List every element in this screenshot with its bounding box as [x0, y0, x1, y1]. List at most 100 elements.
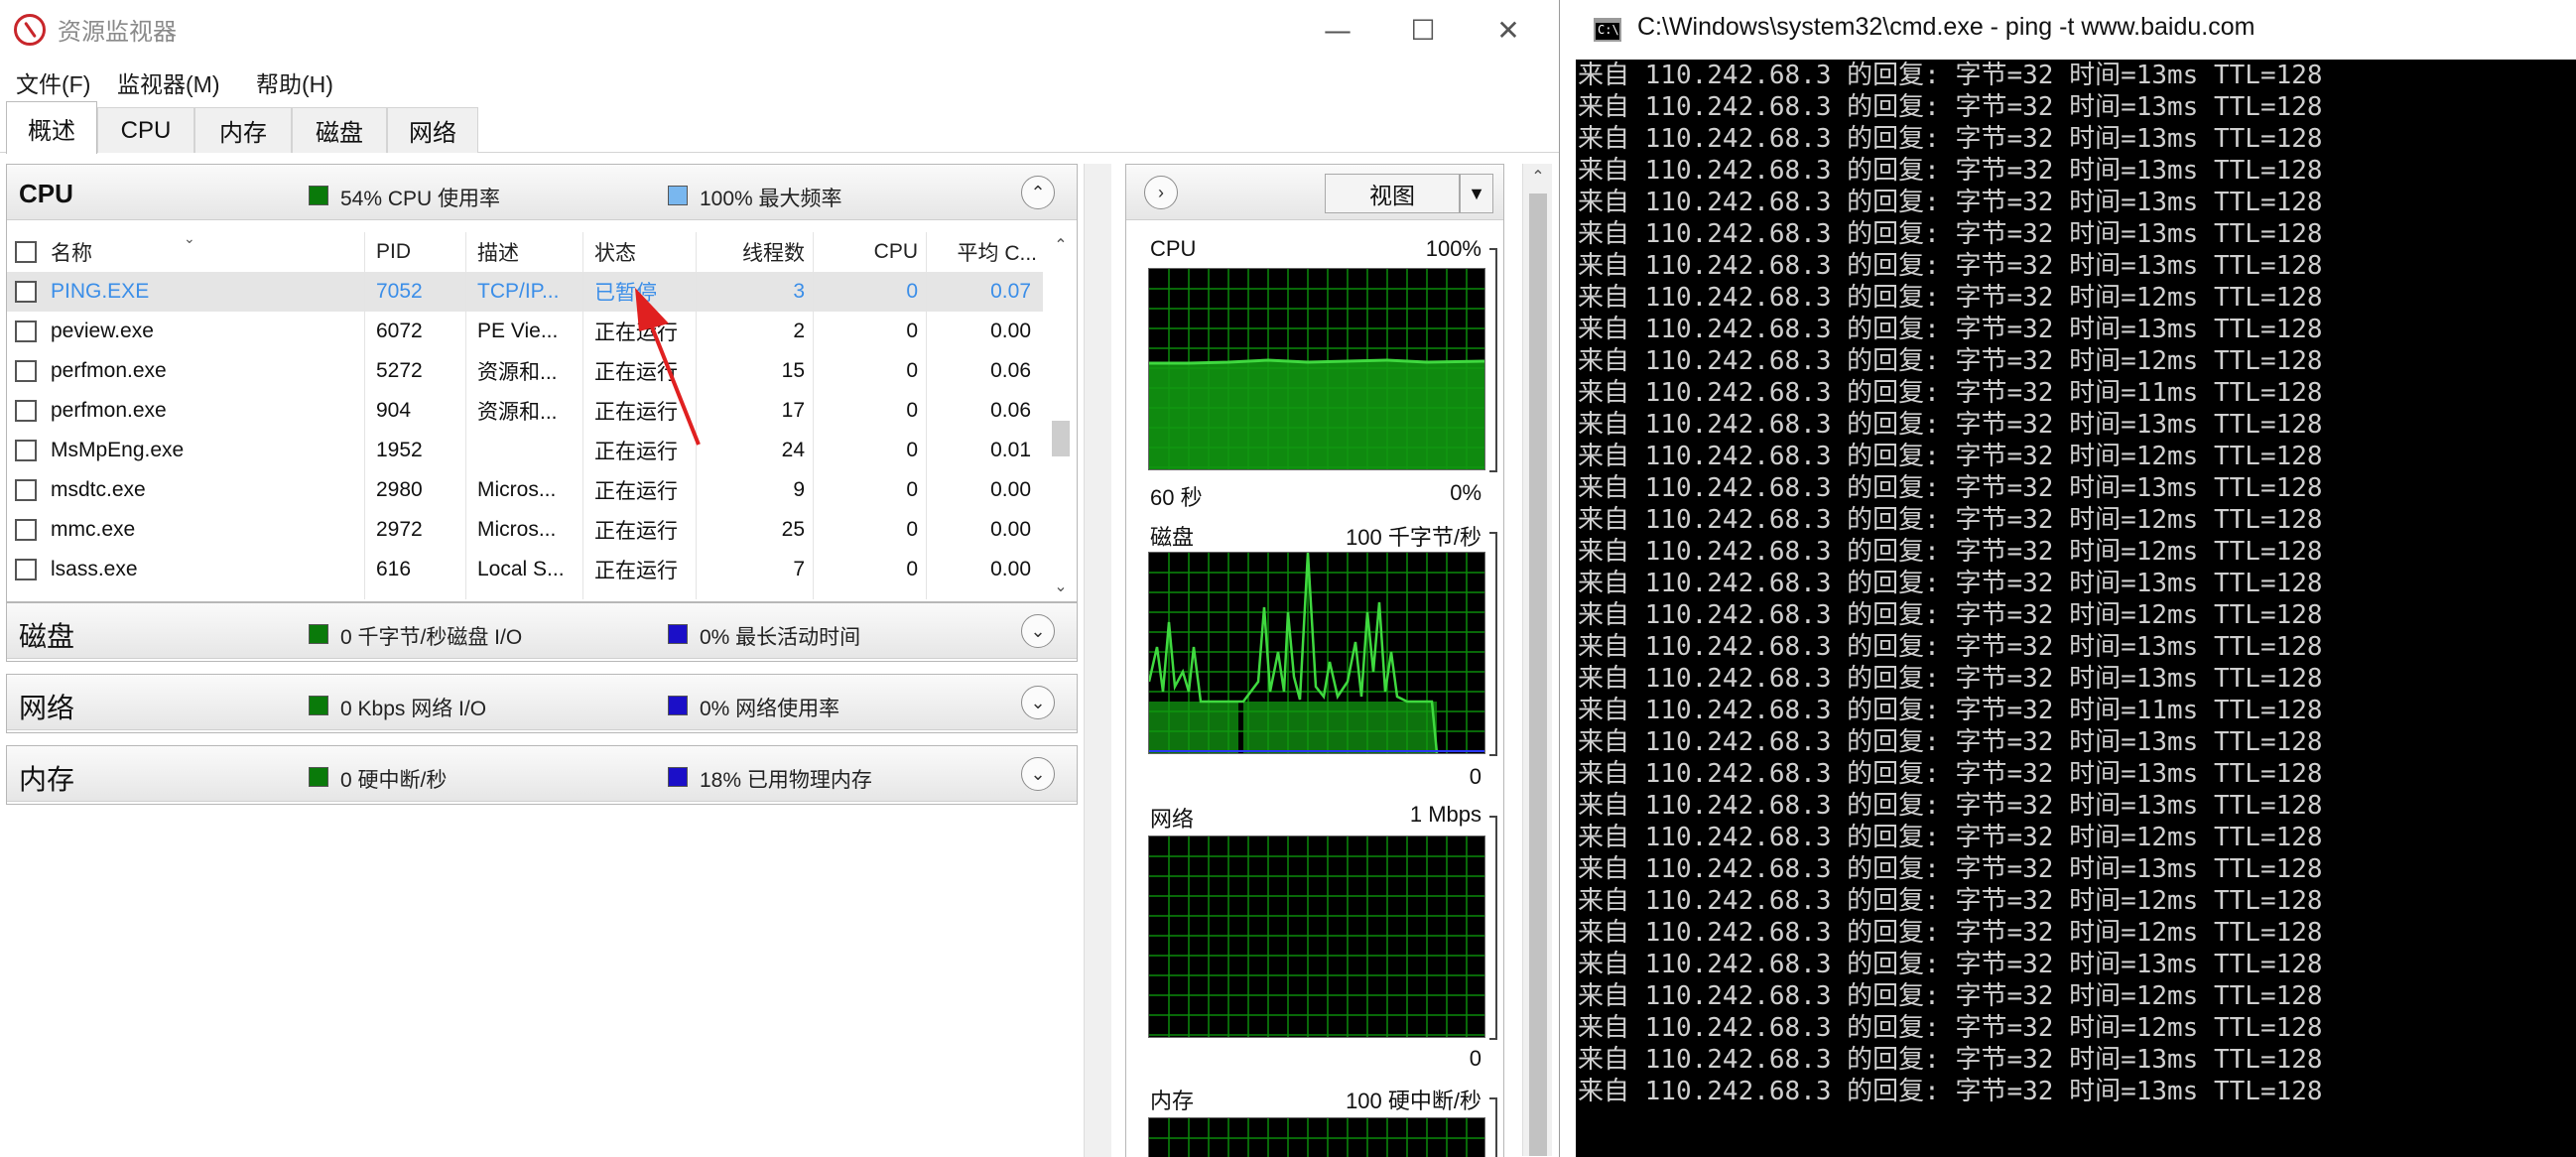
view-button[interactable]: 视图	[1325, 174, 1460, 213]
console-line: 来自 110.242.68.3 的回复: 字节=32 时间=13ms TTL=1…	[1578, 727, 2323, 757]
network-section-header[interactable]: 网络 0 Kbps 网络 I/O 0% 网络使用率 ⌄	[7, 675, 1077, 730]
menu-help[interactable]: 帮助(H)	[256, 65, 333, 99]
console-line: 来自 110.242.68.3 的回复: 字节=32 时间=12ms TTL=1…	[1578, 505, 2323, 535]
process-name: perfmon.exe	[51, 399, 167, 422]
menu-monitor[interactable]: 监视器(M)	[117, 65, 219, 99]
table-row[interactable]: mmc.exe 2972 Micros... 正在运行 25 0 0.00	[7, 510, 1043, 550]
expand-network-button[interactable]: ⌄	[1021, 686, 1055, 719]
scroll-down-icon[interactable]: ⌄	[1048, 574, 1074, 599]
memory-section-header[interactable]: 内存 0 硬中断/秒 18% 已用物理内存 ⌄	[7, 746, 1077, 802]
tab-network[interactable]: 网络	[387, 107, 478, 153]
row-checkbox[interactable]	[15, 440, 37, 461]
disk-io-stat: 0 千字节/秒磁盘 I/O	[340, 626, 523, 649]
row-checkbox[interactable]	[15, 519, 37, 541]
tab-memory[interactable]: 内存	[194, 107, 292, 153]
scroll-thumb[interactable]	[1052, 421, 1070, 456]
console-line: 来自 110.242.68.3 的回复: 字节=32 时间=13ms TTL=1…	[1578, 632, 2323, 662]
console-line: 来自 110.242.68.3 的回复: 字节=32 时间=13ms TTL=1…	[1578, 219, 2323, 249]
table-row[interactable]: perfmon.exe 5272 资源和... 正在运行 15 0 0.06	[7, 351, 1043, 391]
table-row[interactable]: PING.EXE 7052 TCP/IP... 已暂停 3 0 0.07	[7, 272, 1043, 312]
process-avg-cpu: 0.00	[990, 518, 1031, 541]
cmd-title-bar[interactable]: C:\ C:\Windows\system32\cmd.exe - ping -…	[1576, 0, 2576, 60]
row-checkbox[interactable]	[15, 559, 37, 580]
table-row[interactable]: perfmon.exe 904 资源和... 正在运行 17 0 0.06	[7, 391, 1043, 431]
disk-active-time-stat: 0% 最长活动时间	[700, 626, 861, 649]
memory-section: 内存 0 硬中断/秒 18% 已用物理内存 ⌄	[6, 745, 1078, 805]
disk-section-header[interactable]: 磁盘 0 千字节/秒磁盘 I/O 0% 最长活动时间 ⌄	[7, 603, 1077, 659]
process-pid: 5272	[376, 359, 423, 382]
header-avg-cpu[interactable]: 平均 C...	[930, 232, 1037, 272]
cpu-section-header[interactable]: CPU 54% CPU 使用率 100% 最大频率 ⌃	[7, 165, 1077, 220]
tab-cpu[interactable]: CPU	[97, 107, 194, 153]
expand-memory-button[interactable]: ⌄	[1021, 757, 1055, 791]
header-description[interactable]: 描述	[477, 232, 577, 272]
expand-disk-button[interactable]: ⌄	[1021, 614, 1055, 648]
network-usage-swatch	[668, 696, 688, 715]
network-section: 网络 0 Kbps 网络 I/O 0% 网络使用率 ⌄	[6, 674, 1078, 733]
cpu-max-freq-stat: 100% 最大频率	[700, 188, 842, 210]
row-checkbox[interactable]	[15, 321, 37, 342]
network-graph-plot	[1149, 836, 1484, 1037]
graph-panel: › 视图 ▼ CPU 100% 60 秒 0% 磁盘 100 千字节/秒 0 网…	[1125, 164, 1504, 1157]
scroll-thumb[interactable]	[1529, 193, 1547, 1156]
title-bar[interactable]: 资源监视器 — ☐ ✕	[0, 0, 1559, 60]
scroll-up-icon[interactable]: ⌃	[1048, 232, 1074, 258]
header-pid[interactable]: PID	[376, 232, 465, 272]
console-line: 来自 110.242.68.3 的回复: 字节=32 时间=13ms TTL=1…	[1578, 473, 2323, 503]
table-row[interactable]: msdtc.exe 2980 Micros... 正在运行 9 0 0.00	[7, 470, 1043, 510]
console-line: 来自 110.242.68.3 的回复: 字节=32 时间=13ms TTL=1…	[1578, 1045, 2323, 1075]
header-name[interactable]: 名称	[7, 232, 364, 272]
window-title: 资源监视器	[58, 19, 177, 46]
console-line: 来自 110.242.68.3 的回复: 字节=32 时间=13ms TTL=1…	[1578, 410, 2323, 440]
table-row[interactable]: peview.exe 6072 PE Vie... 正在运行 2 0 0.00	[7, 312, 1043, 351]
view-dropdown-button[interactable]: ▼	[1460, 174, 1493, 213]
scroll-up-icon[interactable]: ⌃	[1523, 164, 1553, 190]
caret-down-icon: ▼	[1468, 183, 1485, 203]
process-status: 正在运行	[594, 441, 678, 463]
console-line: 来自 110.242.68.3 的回复: 字节=32 时间=12ms TTL=1…	[1578, 283, 2323, 313]
header-threads[interactable]: 线程数	[704, 232, 805, 272]
row-checkbox[interactable]	[15, 479, 37, 501]
row-checkbox[interactable]	[15, 281, 37, 303]
console-line: 来自 110.242.68.3 的回复: 字节=32 时间=12ms TTL=1…	[1578, 823, 2323, 852]
console-line: 来自 110.242.68.3 的回复: 字节=32 时间=12ms TTL=1…	[1578, 346, 2323, 376]
disk-section-title: 磁盘	[19, 621, 75, 652]
row-checkbox[interactable]	[15, 400, 37, 422]
process-avg-cpu: 0.00	[990, 558, 1031, 580]
process-status: 正在运行	[594, 401, 678, 424]
row-checkbox[interactable]	[15, 360, 37, 382]
cpu-graph	[1148, 268, 1485, 470]
menu-file[interactable]: 文件(F)	[16, 65, 90, 99]
tab-overview[interactable]: 概述	[6, 101, 97, 154]
left-pane-scrollbar[interactable]	[1084, 164, 1111, 1157]
console-line: 来自 110.242.68.3 的回复: 字节=32 时间=13ms TTL=1…	[1578, 950, 2323, 979]
close-button[interactable]: ✕	[1469, 0, 1548, 60]
console-line: 来自 110.242.68.3 的回复: 字节=32 时间=12ms TTL=1…	[1578, 537, 2323, 567]
cpu-graph-plot	[1149, 269, 1484, 469]
process-avg-cpu: 0.06	[990, 399, 1031, 422]
minimize-button[interactable]: —	[1298, 0, 1377, 60]
process-avg-cpu: 0.07	[990, 280, 1031, 303]
maximize-button[interactable]: ☐	[1383, 0, 1463, 60]
header-cpu[interactable]: CPU	[817, 232, 918, 272]
collapse-graphs-button[interactable]: ›	[1144, 176, 1178, 209]
select-all-checkbox[interactable]	[15, 241, 37, 263]
tab-disk[interactable]: 磁盘	[292, 107, 387, 153]
cpu-table-scrollbar[interactable]: ⌃ ⌄	[1048, 232, 1074, 599]
graph-panel-scrollbar[interactable]: ⌃	[1522, 164, 1552, 1156]
cpu-graph-max: 100%	[1425, 236, 1481, 261]
cpu-usage-stat: 54% CPU 使用率	[340, 188, 501, 210]
disk-section: 磁盘 0 千字节/秒磁盘 I/O 0% 最长活动时间 ⌄	[6, 602, 1078, 662]
network-graph-label: 网络	[1150, 807, 1195, 832]
table-row[interactable]: lsass.exe 616 Local S... 正在运行 7 0 0.00	[7, 550, 1043, 589]
process-threads: 25	[781, 518, 805, 541]
console-line: 来自 110.242.68.3 的回复: 字节=32 时间=13ms TTL=1…	[1578, 156, 2323, 186]
chevron-right-icon: ›	[1158, 182, 1164, 202]
process-name: PING.EXE	[51, 280, 150, 303]
table-row[interactable]: MsMpEng.exe 1952 正在运行 24 0 0.01	[7, 431, 1043, 470]
collapse-cpu-button[interactable]: ⌃	[1021, 176, 1055, 209]
header-status[interactable]: 状态	[594, 232, 694, 272]
console-output[interactable]: 来自 110.242.68.3 的回复: 字节=32 时间=13ms TTL=1…	[1576, 60, 2576, 1157]
chevron-down-icon: ⌄	[1030, 763, 1046, 784]
chevron-down-icon: ⌄	[1030, 620, 1046, 641]
